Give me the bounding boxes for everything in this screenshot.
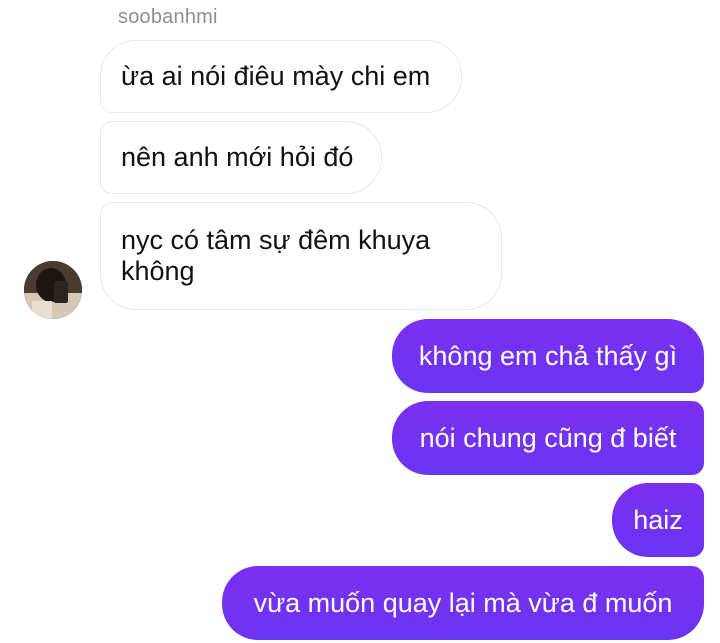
outgoing-message[interactable]: haiz — [612, 483, 704, 557]
avatar[interactable] — [24, 261, 82, 319]
message-text: không em chả thấy gì — [418, 340, 678, 371]
outgoing-message[interactable]: vừa muốn quay lại mà vừa đ muốn — [222, 566, 704, 640]
sender-name: soobanhmi — [118, 6, 218, 28]
incoming-message[interactable]: nyc có tâm sự đêm khuya không — [100, 202, 502, 310]
message-text: nên anh mới hỏi đó — [121, 142, 354, 172]
message-text: haiz — [633, 504, 683, 535]
incoming-message[interactable]: ừa ai nói điêu mày chi em — [100, 40, 462, 113]
outgoing-message[interactable]: không em chả thấy gì — [392, 319, 704, 393]
user-avatar-icon — [24, 261, 82, 319]
message-text: nyc có tâm sự đêm khuya không — [121, 225, 431, 286]
message-text: nói chung cũng đ biết — [419, 422, 677, 453]
message-text: vừa muốn quay lại mà vừa đ muốn — [253, 587, 673, 618]
message-text: ừa ai nói điêu mày chi em — [121, 61, 431, 91]
incoming-message[interactable]: nên anh mới hỏi đó — [100, 121, 382, 194]
outgoing-message[interactable]: nói chung cũng đ biết — [392, 401, 704, 475]
